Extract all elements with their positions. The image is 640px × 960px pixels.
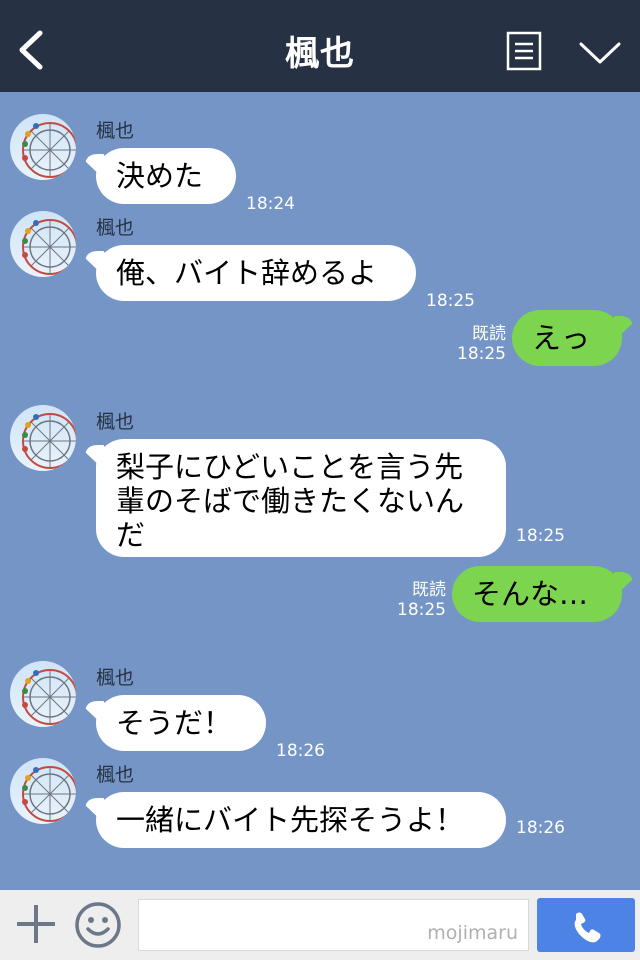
- chat-area[interactable]: 楓也 決めた 18:24 楓也 俺、バイト辞めるよ 18:25 既読 18:25…: [0, 92, 640, 890]
- avatar[interactable]: [10, 114, 76, 180]
- chat-title: 楓也: [285, 34, 355, 74]
- message-bubble[interactable]: そんな…: [452, 566, 622, 622]
- phone-icon: [574, 912, 601, 943]
- sender-name: 楓也: [96, 764, 135, 786]
- read-label: 既読: [412, 580, 446, 600]
- send-button[interactable]: [537, 898, 635, 952]
- header-bar: 楓也: [0, 0, 640, 92]
- read-receipt: 既読 18:25: [378, 580, 446, 620]
- input-bar: mojimaru: [0, 890, 640, 960]
- chevron-down-icon[interactable]: [578, 38, 622, 66]
- avatar[interactable]: [10, 758, 76, 824]
- avatar[interactable]: [10, 405, 76, 471]
- timestamp: 18:25: [516, 526, 565, 546]
- message-bubble[interactable]: そうだ！: [96, 695, 266, 751]
- message-bubble[interactable]: 俺、バイト辞めるよ: [96, 245, 416, 301]
- timestamp: 18:25: [426, 291, 475, 311]
- timestamp: 18:25: [397, 600, 446, 620]
- sender-name: 楓也: [96, 217, 135, 239]
- avatar[interactable]: [10, 661, 76, 727]
- message-bubble[interactable]: 一緒にバイト先探そうよ！: [96, 792, 506, 848]
- sender-name: 楓也: [96, 411, 135, 433]
- sender-name: 楓也: [96, 120, 135, 142]
- message-bubble[interactable]: えっ: [512, 310, 622, 366]
- read-label: 既読: [472, 324, 506, 344]
- sender-name: 楓也: [96, 667, 135, 689]
- read-receipt: 既読 18:25: [440, 324, 506, 364]
- notes-icon[interactable]: [506, 31, 542, 71]
- timestamp: 18:26: [276, 741, 325, 761]
- message-bubble[interactable]: 梨子にひどいことを言う先輩のそばで働きたくないんだ: [96, 439, 506, 557]
- plus-icon[interactable]: [14, 902, 58, 946]
- message-field[interactable]: mojimaru: [138, 899, 529, 951]
- watermark-text: mojimaru: [427, 922, 518, 944]
- message-bubble[interactable]: 決めた: [96, 148, 236, 204]
- timestamp: 18:25: [457, 344, 506, 364]
- timestamp: 18:26: [516, 818, 565, 838]
- timestamp: 18:24: [246, 194, 295, 214]
- avatar[interactable]: [10, 211, 76, 277]
- smiley-icon[interactable]: [74, 901, 122, 949]
